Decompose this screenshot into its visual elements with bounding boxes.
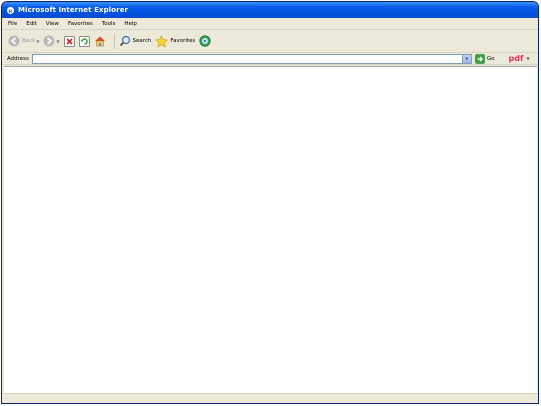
back-label: Back — [22, 38, 36, 44]
back-icon — [8, 35, 20, 47]
forward-button[interactable]: ▼ — [43, 35, 60, 47]
back-button[interactable]: Back ▼ — [8, 35, 39, 47]
search-label: Search — [132, 38, 152, 44]
forward-icon — [43, 35, 55, 47]
ie-icon: e — [6, 6, 15, 14]
go-icon — [475, 53, 485, 64]
address-dropdown-icon[interactable]: ▼ — [461, 54, 471, 63]
window-title: Microsoft Internet Explorer — [18, 6, 129, 14]
search-button[interactable]: Search — [119, 35, 152, 47]
address-bar: Address ▼ Go pdf ▼ — [2, 53, 538, 65]
toolbar: Back ▼ ▼ Search Favorites — [2, 30, 538, 53]
menu-view[interactable]: View — [46, 21, 59, 27]
status-bar — [2, 393, 538, 403]
menu-favorites[interactable]: Favorites — [68, 21, 93, 27]
favorites-label: Favorites — [170, 38, 196, 44]
pdf-dropdown-icon[interactable]: ▼ — [526, 56, 529, 61]
toolbar-separator — [113, 33, 115, 49]
menu-tools[interactable]: Tools — [102, 21, 116, 27]
browser-window: e Microsoft Internet Explorer File Edit … — [1, 1, 539, 404]
go-label: Go — [486, 55, 495, 62]
menu-file[interactable]: File — [8, 21, 17, 27]
stop-icon — [63, 35, 75, 47]
menu-edit[interactable]: Edit — [26, 21, 37, 27]
back-dropdown-icon[interactable]: ▼ — [36, 39, 39, 44]
menu-help[interactable]: Help — [124, 21, 137, 27]
media-button[interactable] — [199, 35, 211, 47]
pdf-button[interactable]: pdf ▼ — [509, 54, 530, 63]
stop-button[interactable] — [63, 35, 75, 47]
go-button[interactable]: Go — [475, 53, 495, 64]
media-icon — [199, 35, 211, 47]
favorites-icon — [155, 34, 169, 47]
title-bar[interactable]: e Microsoft Internet Explorer — [2, 2, 538, 18]
refresh-icon — [78, 35, 90, 47]
pdf-label: pdf — [508, 54, 524, 63]
page-content[interactable] — [4, 66, 537, 394]
home-icon — [94, 36, 105, 47]
address-label: Address — [7, 55, 29, 62]
refresh-button[interactable] — [78, 35, 90, 47]
search-icon — [119, 35, 130, 47]
address-input[interactable]: ▼ — [31, 53, 472, 64]
svg-text:e: e — [8, 7, 12, 14]
menu-bar: File Edit View Favorites Tools Help — [2, 18, 538, 30]
forward-dropdown-icon[interactable]: ▼ — [56, 39, 59, 44]
home-button[interactable] — [94, 35, 106, 47]
favorites-button[interactable]: Favorites — [155, 34, 196, 48]
